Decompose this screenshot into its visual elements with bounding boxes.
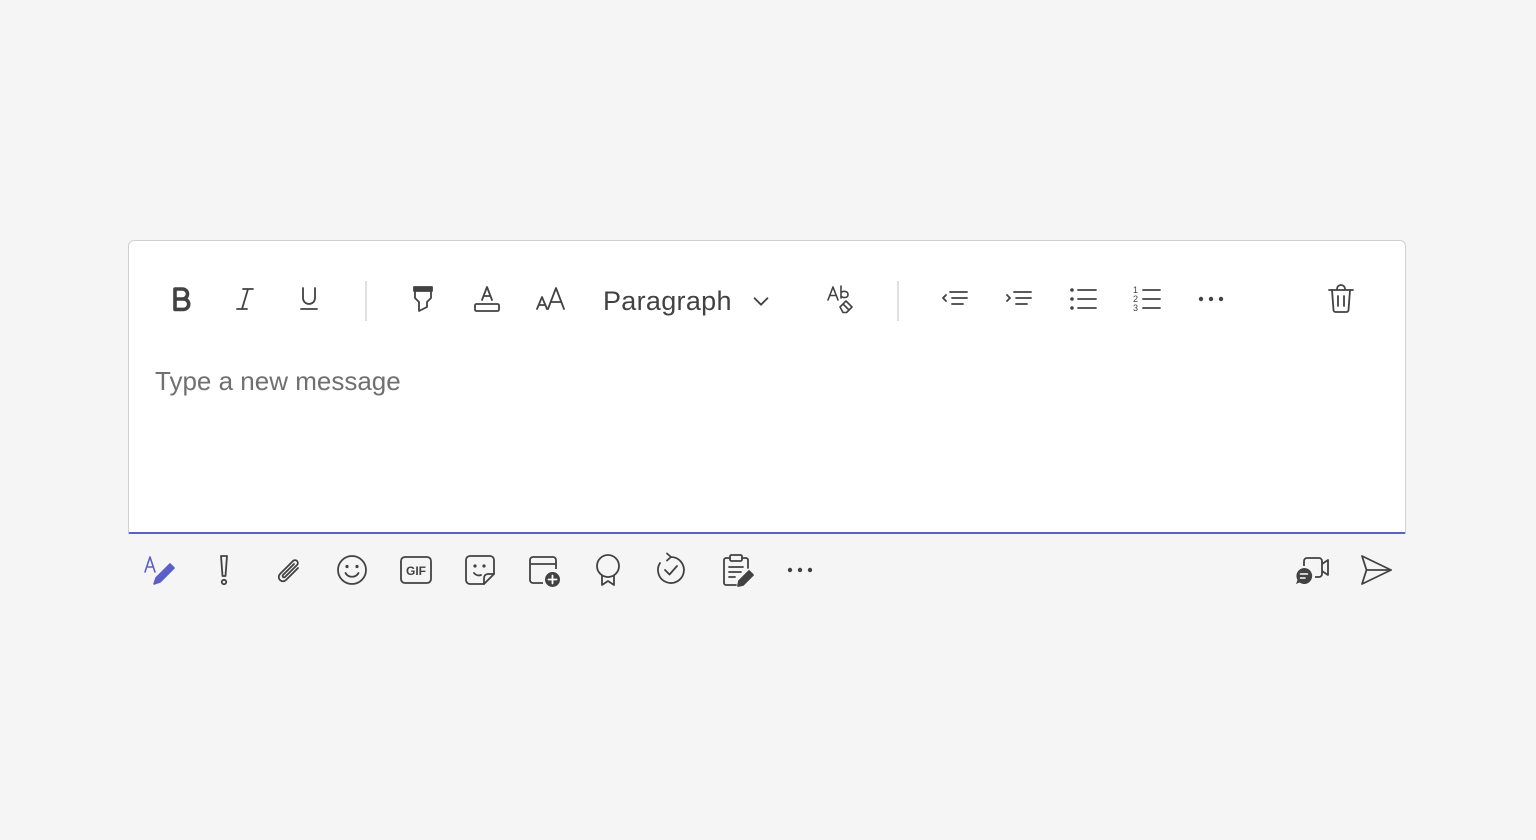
attach-button[interactable] (266, 548, 310, 592)
bulleted-list-icon (1070, 288, 1097, 310)
increase-indent-icon (1006, 291, 1032, 305)
toolbar-divider (897, 281, 899, 321)
font-color-icon (474, 286, 500, 312)
meet-now-button[interactable] (1290, 548, 1334, 592)
format-toolbar: Paragraph 1 2 3 (129, 241, 1405, 359)
increase-indent-button[interactable] (999, 279, 1039, 319)
paperclip-icon (277, 559, 299, 583)
sticker-button[interactable] (458, 548, 502, 592)
decrease-indent-button[interactable] (935, 279, 975, 319)
svg-text:3: 3 (1133, 303, 1138, 313)
clipboard-edit-icon (723, 554, 754, 587)
more-horizontal-icon (1198, 296, 1224, 302)
format-pen-icon (144, 556, 175, 585)
gif-label: GIF (406, 564, 426, 578)
clear-formatting-icon (827, 285, 853, 314)
chevron-down-icon (753, 297, 769, 306)
underline-button[interactable] (289, 279, 329, 319)
message-input[interactable] (155, 361, 1375, 401)
numbered-list-button[interactable]: 1 2 3 (1127, 279, 1167, 319)
italic-icon (236, 288, 254, 310)
format-button[interactable] (138, 548, 182, 592)
bold-icon (173, 287, 191, 312)
italic-button[interactable] (225, 279, 265, 319)
more-horizontal-icon (787, 567, 813, 573)
praise-button[interactable] (586, 548, 630, 592)
loop-button[interactable] (649, 548, 693, 592)
emoji-icon (337, 555, 367, 585)
bold-button[interactable] (161, 279, 201, 319)
exclamation-icon (220, 555, 228, 586)
clear-formatting-button[interactable] (821, 279, 861, 319)
highlighter-icon (413, 286, 433, 312)
loop-icon (657, 552, 685, 584)
highlight-button[interactable] (403, 279, 443, 319)
paragraph-style-value: Paragraph (603, 285, 732, 316)
praise-badge-icon (596, 554, 620, 586)
paragraph-style-select[interactable]: Paragraph (603, 281, 772, 321)
compose-actions-toolbar: GIF (128, 546, 1406, 592)
font-color-button[interactable] (467, 279, 507, 319)
more-apps-button[interactable] (778, 548, 822, 592)
trash-icon (1328, 284, 1354, 313)
send-button[interactable] (1354, 548, 1398, 592)
numbered-list-icon: 1 2 3 (1133, 285, 1161, 313)
gif-button[interactable]: GIF (394, 548, 438, 592)
forms-button[interactable] (715, 548, 759, 592)
more-formatting-button[interactable] (1191, 279, 1231, 319)
schedule-meeting-button[interactable] (522, 548, 566, 592)
discard-button[interactable] (1321, 279, 1361, 319)
calendar-add-icon (529, 556, 560, 587)
bulleted-list-button[interactable] (1063, 279, 1103, 319)
decrease-indent-icon (942, 291, 968, 305)
toolbar-divider (365, 281, 367, 321)
set-importance-button[interactable] (202, 548, 246, 592)
font-size-button[interactable] (531, 279, 571, 319)
video-chat-icon (1296, 557, 1329, 584)
send-icon (1361, 555, 1392, 585)
underline-icon (300, 287, 318, 310)
message-composer: Paragraph 1 2 3 Type a new message (128, 240, 1406, 534)
font-size-icon (536, 287, 565, 310)
emoji-button[interactable] (330, 548, 374, 592)
gif-icon: GIF (400, 556, 432, 584)
sticker-icon (465, 555, 495, 585)
